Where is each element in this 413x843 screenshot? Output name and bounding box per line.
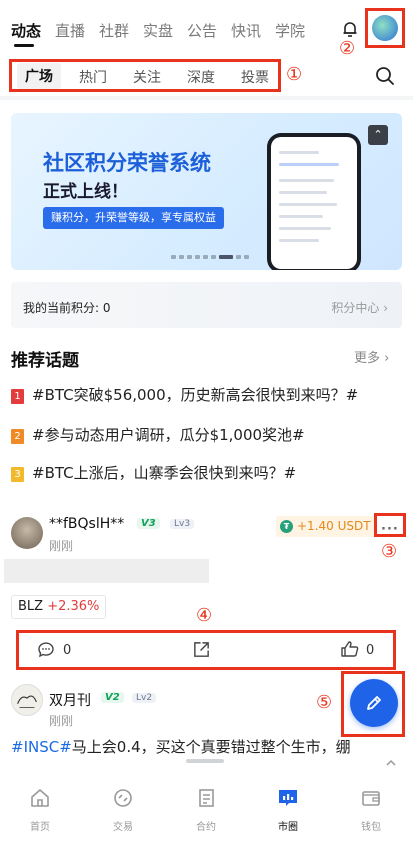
- compose-button[interactable]: [350, 679, 398, 727]
- avatar: [372, 15, 398, 41]
- tab-zhibo[interactable]: 直播: [55, 20, 85, 41]
- active-tab-indicator: [14, 44, 34, 47]
- drag-handle[interactable]: [186, 759, 224, 763]
- like-icon[interactable]: [340, 639, 360, 659]
- profile-avatar-button[interactable]: [365, 8, 405, 48]
- topic-item[interactable]: 3 #BTC上涨后，山寨季会很快到来吗？#: [11, 462, 296, 483]
- trade-icon: [114, 789, 132, 807]
- subtab-guanzhu[interactable]: 关注: [133, 67, 161, 87]
- contract-icon: [199, 789, 214, 807]
- v-level-badge: V3: [137, 518, 160, 529]
- post-username[interactable]: **fBQslH**: [49, 516, 124, 532]
- nav-home[interactable]: 首页: [10, 786, 70, 833]
- coin-symbol: BLZ: [18, 599, 44, 614]
- rank-badge: 1: [11, 389, 24, 404]
- topic-text: #BTC突破$56,000，历史新高会很快到来吗？#: [32, 386, 359, 404]
- post-hashtag[interactable]: #INSC#: [11, 738, 72, 756]
- like-count: 0: [366, 643, 375, 658]
- nav-community[interactable]: 市圈: [258, 786, 318, 833]
- nav-trade[interactable]: 交易: [93, 786, 153, 833]
- comment-icon[interactable]: [36, 640, 56, 660]
- nav-label: 首页: [30, 822, 50, 833]
- promo-banner[interactable]: 社区积分荣誉系统 正式上线！ 赚积分，升荣誉等级，享专属权益 ⌃: [11, 113, 402, 270]
- avatar[interactable]: [11, 684, 43, 716]
- points-label: 我的当前积分: 0: [23, 301, 111, 315]
- coin-change: +2.36%: [47, 599, 100, 614]
- pen-icon: [367, 696, 381, 710]
- nav-label: 交易: [113, 822, 133, 833]
- tab-gonggao[interactable]: 公告: [187, 20, 217, 41]
- reward-amount: +1.40 USDT: [297, 519, 371, 533]
- tab-shequn[interactable]: 社群: [99, 20, 129, 41]
- share-icon[interactable]: [192, 640, 211, 659]
- annotation-5: ⑤: [316, 692, 333, 713]
- banner-pagination: [171, 255, 249, 259]
- topic-text: #BTC上涨后，山寨季会很快到来吗？#: [32, 464, 297, 482]
- nav-label: 钱包: [361, 822, 381, 833]
- banner-title: 社区积分荣誉系统: [43, 151, 211, 175]
- nav-wallet[interactable]: 钱包: [341, 786, 401, 833]
- nav-label: 市圈: [278, 822, 298, 833]
- tab-kuaixun[interactable]: 快讯: [231, 20, 261, 41]
- points-center-link[interactable]: 积分中心 ›: [331, 299, 388, 316]
- subtab-toupiao[interactable]: 投票: [241, 67, 269, 87]
- reward-badge: ₮ +1.40 USDT: [276, 516, 377, 537]
- coin-tag[interactable]: BLZ +2.36%: [11, 595, 107, 619]
- post-username[interactable]: 双月刊: [49, 690, 91, 710]
- post-content[interactable]: #INSC#马上会0.4，买这个真要错过整个生市，绷: [11, 736, 411, 757]
- post-time: 刚刚: [49, 539, 74, 553]
- post-time: 刚刚: [49, 714, 74, 728]
- lv-badge: Lv3: [170, 519, 195, 529]
- comment-count: 0: [63, 643, 72, 658]
- phone-illustration: [267, 133, 361, 270]
- nav-futures[interactable]: 合约: [176, 786, 236, 833]
- annotation-2: ②: [339, 38, 356, 59]
- tab-shipan[interactable]: 实盘: [143, 20, 173, 41]
- rank-badge: 2: [11, 429, 24, 444]
- topic-item[interactable]: 1 #BTC突破$56,000，历史新高会很快到来吗？#: [11, 384, 358, 405]
- banner-pill: 赚积分，升荣誉等级，享专属权益: [43, 207, 224, 229]
- subtab-shendu[interactable]: 深度: [187, 67, 215, 87]
- annotation-4: ④: [196, 605, 213, 626]
- v-level-badge: V2: [101, 692, 124, 703]
- bell-icon[interactable]: [340, 19, 360, 39]
- points-bar: 我的当前积分: 0 积分中心 ›: [11, 282, 402, 328]
- community-icon: [279, 790, 297, 806]
- topic-item[interactable]: 2 #参与动态用户调研，瓜分$1,000奖池#: [11, 424, 305, 445]
- avatar[interactable]: [11, 517, 43, 549]
- banner-collapse-button[interactable]: ⌃: [368, 125, 388, 145]
- post-body: 马上会0.4，买这个真要错过整个生市，绷: [71, 738, 351, 756]
- lv-badge: Lv2: [132, 693, 157, 703]
- subtab-remen[interactable]: 热门: [79, 67, 107, 87]
- topic-text: #参与动态用户调研，瓜分$1,000奖池#: [32, 426, 305, 444]
- nav-label: 合约: [196, 822, 216, 833]
- bottom-nav: 首页 交易 合约 市圈 钱包: [0, 768, 413, 843]
- search-icon[interactable]: [374, 65, 396, 87]
- rank-badge: 3: [11, 467, 24, 482]
- subtab-guangchang[interactable]: 广场: [17, 63, 61, 89]
- wallet-icon: [362, 791, 380, 806]
- annotation-3: ③: [381, 541, 398, 562]
- more-options-icon[interactable]: ···: [381, 522, 399, 537]
- home-icon: [31, 789, 49, 807]
- topics-more-link[interactable]: 更多 ›: [354, 347, 389, 366]
- annotation-1: ①: [286, 64, 303, 85]
- tab-dongtai[interactable]: 动态: [11, 20, 41, 41]
- topics-title: 推荐话题: [11, 351, 79, 371]
- usdt-icon: ₮: [280, 520, 293, 533]
- banner-subtitle: 正式上线！: [43, 182, 128, 202]
- tab-xueyuan[interactable]: 学院: [275, 20, 305, 41]
- post-content-redacted: [4, 559, 209, 583]
